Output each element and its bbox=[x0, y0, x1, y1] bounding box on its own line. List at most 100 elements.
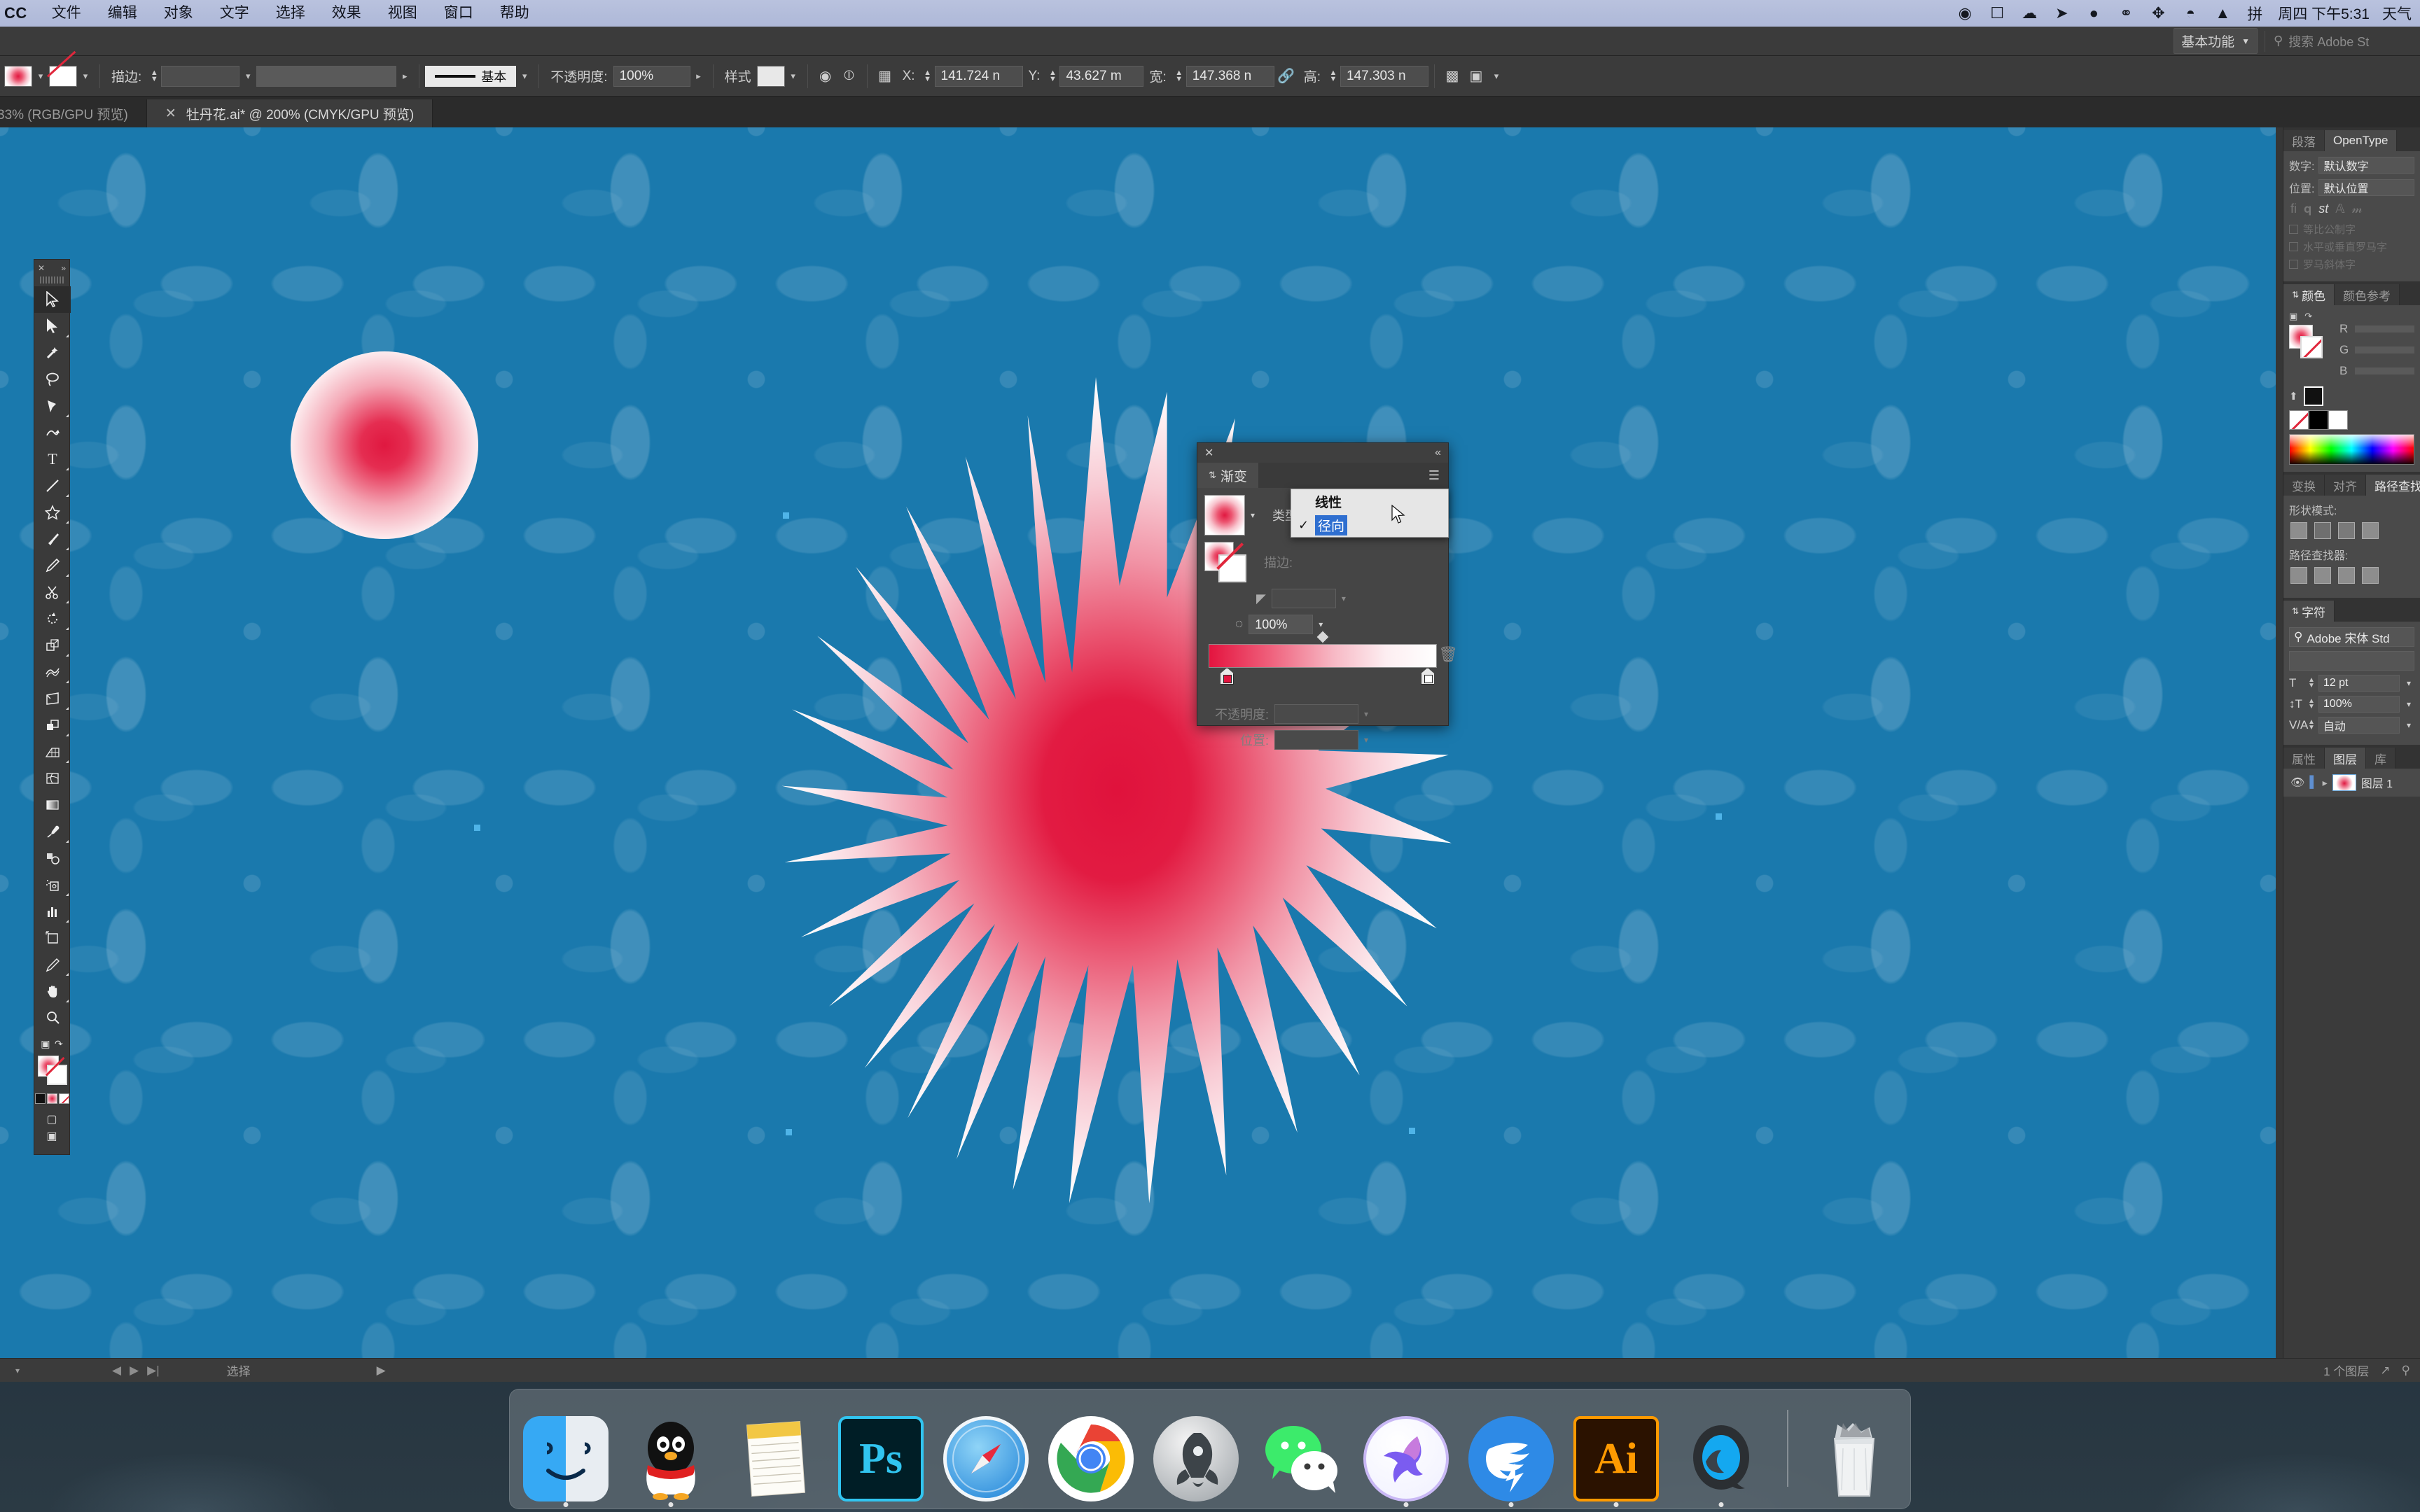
channel-g-slider[interactable] bbox=[2355, 346, 2414, 354]
rotate-tool[interactable] bbox=[34, 606, 71, 632]
channel-r-slider[interactable] bbox=[2355, 326, 2414, 332]
default-fill-stroke-icon[interactable]: ↷ bbox=[55, 1038, 63, 1050]
shape-tool[interactable] bbox=[34, 499, 71, 526]
dropdown-option-radial[interactable]: ✓ 径向 bbox=[1291, 513, 1448, 537]
gradient-slider[interactable]: 🗑 bbox=[1209, 630, 1458, 685]
stylistic-alternate-icon[interactable]: 𝓂 bbox=[2352, 202, 2363, 216]
droplet-icon[interactable]: ● bbox=[2078, 4, 2110, 22]
chevron-down-icon[interactable]: ▾ bbox=[2403, 720, 2414, 730]
font-size-field[interactable]: 12 pt bbox=[2318, 675, 2400, 692]
vertical-scale-stepper[interactable]: ▲ ▼ bbox=[2308, 698, 2315, 710]
dock-item-illustrator[interactable]: Ai bbox=[1570, 1409, 1662, 1507]
paintbrush-tool[interactable] bbox=[34, 526, 71, 552]
free-transform-tool[interactable] bbox=[34, 685, 71, 712]
chevron-down-icon[interactable]: ▾ bbox=[1342, 594, 1346, 603]
dock-item-photoshop[interactable]: Ps bbox=[835, 1409, 927, 1502]
scissors-tool[interactable] bbox=[34, 579, 71, 606]
gradient-button[interactable] bbox=[46, 1093, 57, 1104]
stroke-swatch-control[interactable] bbox=[49, 65, 77, 87]
creative-cloud-icon[interactable]: ☁ bbox=[2013, 4, 2045, 22]
bluetooth-icon[interactable]: ✥ bbox=[2142, 4, 2174, 22]
eject-icon[interactable]: ▲ bbox=[2206, 4, 2239, 22]
gradient-stop-end[interactable] bbox=[1420, 668, 1435, 685]
contextual-alternate-icon[interactable]: 𝐪 bbox=[2304, 202, 2311, 216]
record-icon[interactable]: ◉ bbox=[1949, 4, 1981, 22]
last-artboard-icon[interactable]: ▶| bbox=[147, 1364, 160, 1378]
dock-item-finder[interactable] bbox=[520, 1409, 612, 1507]
dock-item-hummingbird[interactable] bbox=[1360, 1409, 1452, 1507]
bird-icon[interactable]: ➤ bbox=[2045, 4, 2078, 22]
close-icon[interactable]: ✕ bbox=[165, 106, 176, 122]
menu-item-type[interactable]: 文字 bbox=[207, 0, 263, 27]
opentype-checkbox-roman[interactable]: 水平或垂直罗马字 bbox=[2289, 239, 2414, 254]
menu-item-window[interactable]: 窗口 bbox=[431, 0, 487, 27]
tab-properties[interactable]: 属性 bbox=[2283, 748, 2325, 769]
eyedropper-tool[interactable] bbox=[34, 818, 71, 845]
menu-clock[interactable]: 周四 下午5:31 bbox=[2271, 3, 2377, 24]
tab-character[interactable]: ⇅ 字符 bbox=[2283, 601, 2335, 622]
selection-anchor-3[interactable] bbox=[786, 1129, 792, 1135]
channel-b-slider[interactable] bbox=[2355, 368, 2414, 374]
opentype-checkbox-proportional[interactable]: 等比公制字 bbox=[2289, 222, 2414, 237]
x-field[interactable]: 141.724 n bbox=[934, 65, 1023, 87]
type-tool[interactable]: T bbox=[34, 446, 71, 472]
current-color-swatch[interactable] bbox=[2303, 386, 2323, 406]
upload-color-icon[interactable]: ⬆ bbox=[2289, 390, 2298, 402]
tab-transform[interactable]: 变换 bbox=[2283, 475, 2325, 496]
stock-search-field[interactable]: ⚲ 搜索 Adobe St bbox=[2265, 30, 2412, 52]
dropdown-option-linear[interactable]: 线性 bbox=[1291, 489, 1448, 513]
stroke-variable-width-field[interactable] bbox=[256, 65, 397, 87]
expand-icon[interactable]: ▸ bbox=[2323, 777, 2328, 789]
stroke-profile-preview[interactable]: 基本 bbox=[425, 65, 517, 87]
fill-swatch-control[interactable] bbox=[4, 65, 32, 87]
y-field[interactable]: 43.627 m bbox=[1059, 65, 1144, 87]
font-style-field[interactable] bbox=[2289, 651, 2414, 671]
width-field[interactable]: 147.368 n bbox=[1185, 65, 1274, 87]
swash-icon[interactable]: 𝔸 bbox=[2335, 202, 2344, 216]
stroke-swatch[interactable] bbox=[47, 1065, 67, 1085]
opentype-position-select[interactable]: 默认位置 bbox=[2318, 179, 2414, 196]
opentype-checkbox-italic[interactable]: 罗马斜体字 bbox=[2289, 257, 2414, 272]
screen-icon[interactable]: ☐ bbox=[1981, 4, 2013, 22]
scale-tool[interactable] bbox=[34, 632, 71, 659]
tab-layers[interactable]: 图层 bbox=[2325, 748, 2366, 769]
constrain-proportions-icon[interactable]: 🔗 bbox=[1274, 67, 1298, 85]
color-spectrum-bar[interactable] bbox=[2289, 434, 2414, 465]
gradient-preview-thumbnail[interactable] bbox=[1204, 495, 1245, 536]
menu-app-name[interactable]: CC bbox=[0, 4, 39, 22]
workspace-switcher[interactable]: 基本功能 ▼ bbox=[2174, 28, 2258, 54]
tab-color[interactable]: ⇅ 颜色 bbox=[2283, 284, 2335, 305]
tab-color-guide[interactable]: 颜色参考 bbox=[2335, 284, 2400, 305]
trim-icon[interactable] bbox=[2314, 567, 2331, 584]
menu-item-help[interactable]: 帮助 bbox=[487, 0, 543, 27]
tab-gradient[interactable]: ⇅ 渐变 bbox=[1197, 463, 1258, 488]
menu-item-object[interactable]: 对象 bbox=[151, 0, 207, 27]
gradient-stroke-box[interactable] bbox=[1218, 554, 1246, 582]
menu-user[interactable]: 天气 bbox=[2377, 3, 2417, 24]
previous-artboard-icon[interactable]: ◀ bbox=[112, 1364, 121, 1378]
search-icon[interactable]: ⚲ bbox=[2402, 1364, 2410, 1378]
dock-item-notes[interactable] bbox=[730, 1409, 822, 1502]
magic-wand-tool[interactable] bbox=[34, 340, 71, 366]
chevron-down-icon[interactable]: ▾ bbox=[1364, 735, 1368, 745]
standard-ligature-icon[interactable]: fi bbox=[2290, 202, 2297, 216]
stroke-weight-field[interactable] bbox=[161, 65, 240, 87]
tools-panel-grip[interactable] bbox=[40, 276, 64, 284]
lasso-tool[interactable] bbox=[34, 366, 71, 393]
chevron-down-icon[interactable]: ▾ bbox=[2403, 678, 2414, 688]
gradient-stop-start[interactable] bbox=[1220, 668, 1235, 685]
dock-item-wing[interactable] bbox=[1465, 1409, 1557, 1507]
menu-item-effect[interactable]: 效果 bbox=[319, 0, 375, 27]
stroke-weight-dropdown-icon[interactable]: ▾ bbox=[239, 71, 256, 82]
input-method-icon[interactable]: 拼 bbox=[2239, 2, 2271, 24]
none-button[interactable] bbox=[58, 1093, 69, 1104]
document-tab-1[interactable]: 33% (RGB/GPU 预览) bbox=[0, 99, 147, 127]
status-flyout-icon[interactable]: ▶ bbox=[377, 1364, 386, 1378]
current-tool-label[interactable]: 选择 bbox=[227, 1362, 251, 1379]
selection-anchor-5[interactable] bbox=[1716, 813, 1722, 820]
divide-icon[interactable] bbox=[2290, 567, 2307, 584]
layer-row[interactable]: 👁 ▌ ▸ 图层 1 bbox=[2286, 771, 2417, 794]
chevron-down-icon[interactable]: ▾ bbox=[1251, 510, 1255, 520]
shape-builder-tool[interactable] bbox=[34, 712, 71, 738]
color-button[interactable] bbox=[34, 1093, 46, 1104]
